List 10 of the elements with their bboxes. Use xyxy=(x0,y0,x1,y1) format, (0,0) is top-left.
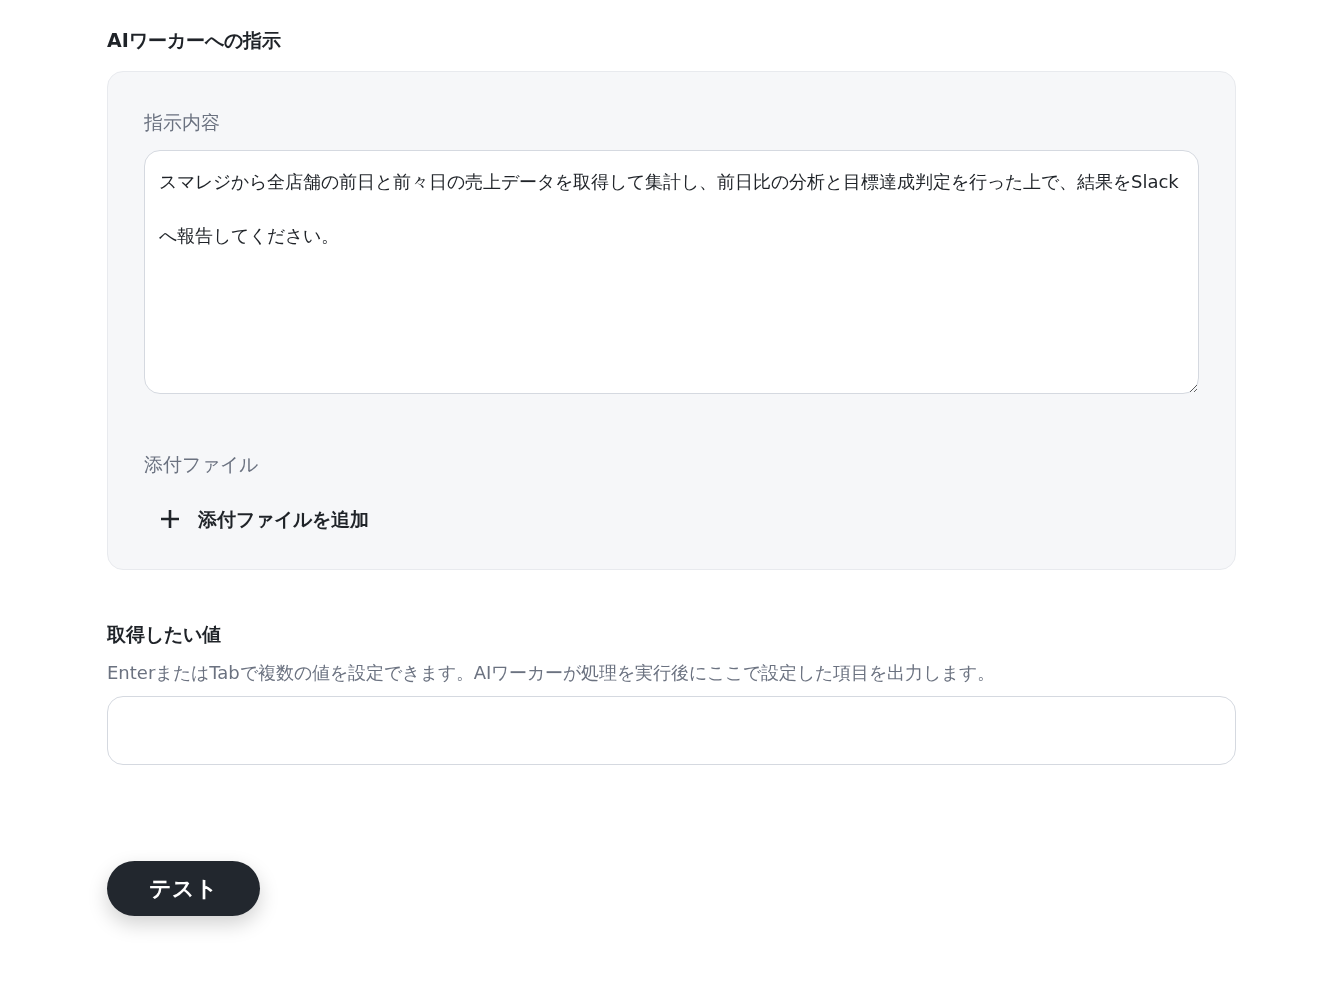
section-title: 取得したい値 xyxy=(107,622,222,647)
field-label: 指示内容 xyxy=(144,109,221,135)
instruction-textarea[interactable]: スマレジから全店舗の前日と前々日の売上データを取得して集計し、前日比の分析と目標達成判定を行った上で、結果をSlackへ報告してください。 xyxy=(144,150,1199,394)
field-label: 添付ファイル xyxy=(144,452,259,477)
help-text: EnterまたはTabで複数の値を設定できます。AIワーカーが処理を実行後にここで設定した項目を出力します。 xyxy=(107,660,997,685)
test-button[interactable]: テスト xyxy=(107,860,260,916)
add-attachment-button[interactable]: 添付ファイルを追加 xyxy=(144,498,385,539)
values-input[interactable] xyxy=(107,695,1236,765)
plus-icon xyxy=(160,508,180,529)
section-title: AIワーカーへの指示 xyxy=(107,28,282,53)
